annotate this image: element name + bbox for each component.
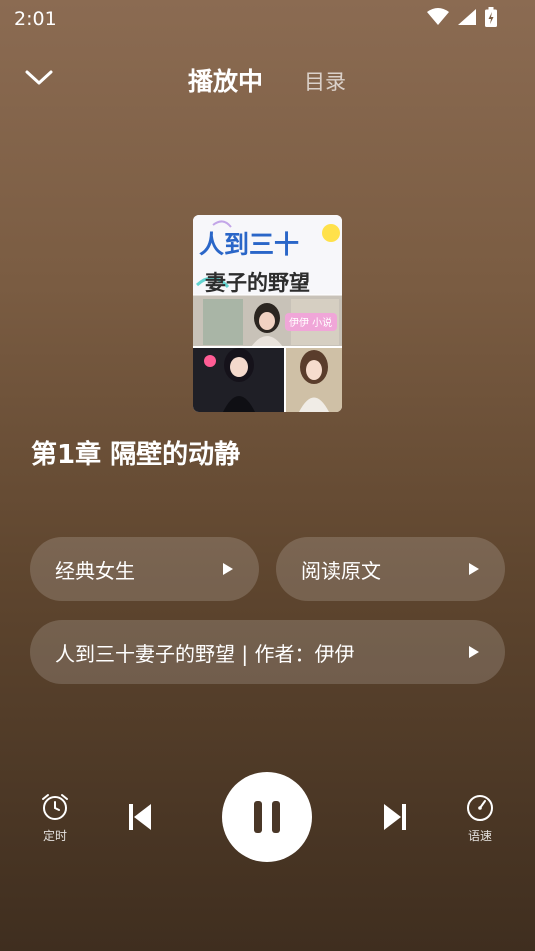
- chapter-title: 第1章 隔壁的动静: [31, 440, 241, 470]
- pause-icon-bar-left: [254, 801, 262, 833]
- play-arrow-icon: [469, 646, 479, 658]
- play-arrow-icon: [469, 563, 479, 575]
- status-bar: 2:01: [0, 0, 535, 36]
- cover-author: 伊伊 小说: [289, 316, 332, 329]
- status-time: 2:01: [14, 8, 57, 30]
- read-original-button[interactable]: 阅读原文: [276, 537, 505, 601]
- status-icons: [427, 7, 497, 27]
- tab-toc[interactable]: 目录: [304, 66, 346, 96]
- skip-next-icon[interactable]: [381, 802, 409, 832]
- play-arrow-icon: [223, 563, 233, 575]
- page-title: 播放中: [188, 67, 264, 96]
- cover-artwork: 人到三十 妻子的野望 伊伊 小说: [193, 215, 342, 412]
- timer-button[interactable]: 定时: [38, 792, 72, 844]
- wifi-icon: [427, 8, 449, 25]
- voice-select-label: 经典女生: [55, 558, 135, 583]
- book-info-label: 人到三十妻子的野望 | 作者：伊伊: [55, 641, 355, 666]
- book-cover[interactable]: 人到三十 妻子的野望 伊伊 小说: [193, 215, 342, 412]
- speed-label: 语速: [467, 829, 492, 843]
- cellular-signal-icon: [458, 9, 476, 25]
- speed-button[interactable]: 语速: [463, 792, 497, 844]
- skip-previous-icon[interactable]: [126, 802, 154, 832]
- header: 播放中 目录: [0, 50, 535, 110]
- cover-title-line1: 人到三十: [199, 230, 299, 259]
- battery-icon: [485, 7, 497, 27]
- voice-select-button[interactable]: 经典女生: [30, 537, 259, 601]
- pause-icon-bar-right: [272, 801, 280, 833]
- chevron-down-icon[interactable]: [22, 64, 56, 90]
- book-info-button[interactable]: 人到三十妻子的野望 | 作者：伊伊: [30, 620, 505, 684]
- read-original-label: 阅读原文: [301, 558, 381, 583]
- playback-controls: 定时 语速: [0, 770, 535, 870]
- cover-title-line2: 妻子的野望: [205, 271, 310, 295]
- alarm-clock-icon: [42, 794, 68, 820]
- timer-label: 定时: [42, 829, 67, 843]
- pause-button[interactable]: [222, 772, 312, 862]
- speedometer-icon: [467, 795, 493, 821]
